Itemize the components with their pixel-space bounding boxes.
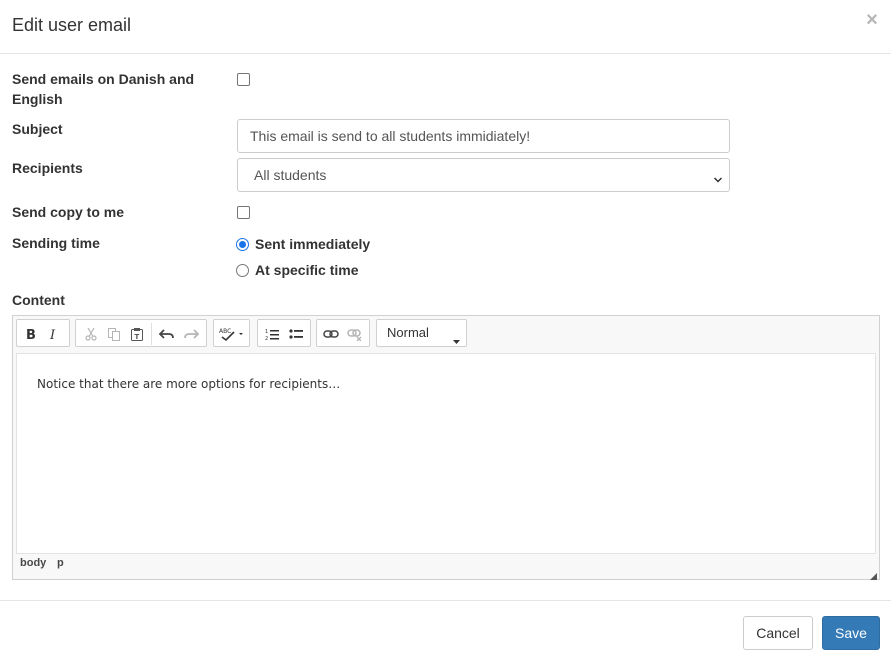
bilingual-label: Send emails on Danish and English xyxy=(12,71,195,107)
copy-checkbox[interactable] xyxy=(237,206,250,219)
cancel-button[interactable]: Cancel xyxy=(743,616,813,650)
format-value: Normal xyxy=(387,325,429,340)
element-path-body[interactable]: body xyxy=(20,557,46,569)
unlink-icon[interactable] xyxy=(344,323,366,345)
copy-label: Send copy to me xyxy=(12,204,125,220)
radio-button-checked[interactable] xyxy=(236,237,249,251)
recipients-label: Recipients xyxy=(12,160,83,176)
dialog-header: Edit user email × xyxy=(0,0,891,54)
subject-input[interactable]: This email is send to all students immid… xyxy=(237,119,730,153)
redo-icon[interactable] xyxy=(180,323,202,345)
bold-icon[interactable]: B xyxy=(20,323,42,345)
edit-email-dialog: Edit user email × Send emails on Danish … xyxy=(0,0,891,654)
toolbar-group-spellcheck: ABC xyxy=(213,319,250,347)
editor-toolbar: B I T ABC 1 2 Normal xyxy=(16,319,876,347)
footer-divider xyxy=(0,600,891,601)
editor-content-text: Notice that there are more options for r… xyxy=(37,377,341,391)
caret-down-icon xyxy=(453,331,460,347)
toolbar-group-lists: 12 xyxy=(257,319,311,347)
toolbar-separator xyxy=(151,323,152,345)
copy-icon[interactable] xyxy=(103,323,125,345)
radio-sent-immediately[interactable]: Sent immediately xyxy=(236,234,370,254)
cut-icon[interactable] xyxy=(80,323,102,345)
close-button[interactable]: × xyxy=(865,10,879,30)
editor-content-area[interactable]: Notice that there are more options for r… xyxy=(16,353,876,554)
chevron-down-icon xyxy=(713,171,723,187)
svg-text:2: 2 xyxy=(265,336,268,341)
svg-text:I: I xyxy=(49,328,56,341)
element-path-p[interactable]: p xyxy=(57,557,64,569)
content-label: Content xyxy=(12,292,65,308)
svg-text:T: T xyxy=(135,333,140,341)
radio-specific-time[interactable]: At specific time xyxy=(236,260,358,280)
save-button[interactable]: Save xyxy=(822,616,880,650)
svg-text:1: 1 xyxy=(265,329,268,335)
svg-text:ABC: ABC xyxy=(219,328,231,335)
bilingual-checkbox[interactable] xyxy=(237,73,250,86)
italic-icon[interactable]: I xyxy=(43,323,65,345)
sending-time-label: Sending time xyxy=(12,235,100,251)
radio-button[interactable] xyxy=(236,263,249,277)
dialog-title: Edit user email xyxy=(12,15,132,35)
undo-icon[interactable] xyxy=(156,323,178,345)
resize-handle-icon[interactable] xyxy=(870,567,877,580)
radio-label: Sent immediately xyxy=(255,236,371,252)
toolbar-group-clipboard: T xyxy=(75,319,207,347)
numbered-list-icon[interactable]: 12 xyxy=(261,323,283,345)
bulleted-list-icon[interactable] xyxy=(285,323,307,345)
rich-text-editor: B I T ABC 1 2 Normal Notice that there a… xyxy=(12,315,880,580)
toolbar-group-basic: B I xyxy=(16,319,70,347)
recipients-selected-value: All students xyxy=(254,167,327,183)
format-dropdown[interactable]: Normal xyxy=(376,319,467,347)
subject-label: Subject xyxy=(12,121,63,137)
spellcheck-icon[interactable]: ABC xyxy=(217,323,247,345)
recipients-select[interactable]: All students xyxy=(237,158,730,192)
svg-text:B: B xyxy=(26,328,36,341)
radio-label: At specific time xyxy=(255,262,359,278)
link-icon[interactable] xyxy=(320,323,342,345)
toolbar-group-links xyxy=(316,319,370,347)
paste-text-icon[interactable]: T xyxy=(126,323,148,345)
